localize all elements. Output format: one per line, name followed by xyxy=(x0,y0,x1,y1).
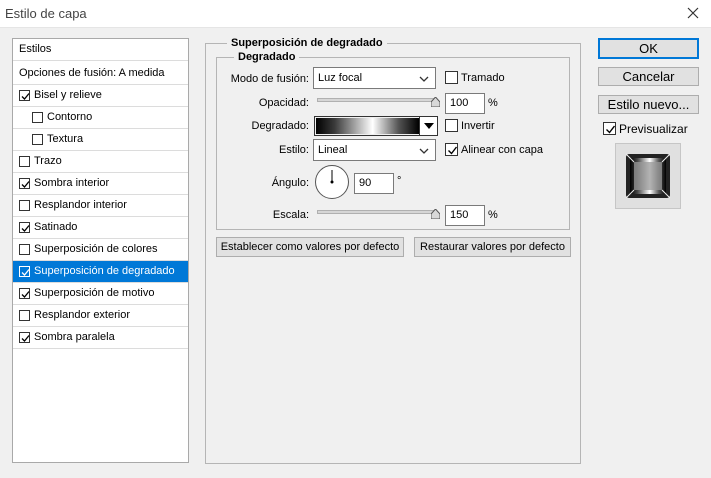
opacity-slider[interactable] xyxy=(317,98,435,102)
blend-mode-label: Modo de fusión: xyxy=(230,73,309,85)
style-preview xyxy=(615,143,681,209)
style-item-label: Superposición de degradado xyxy=(34,265,175,277)
opacity-input[interactable]: 100 xyxy=(445,93,485,114)
style-item-label: Resplandor interior xyxy=(34,199,127,211)
style-item-contour[interactable]: Contorno xyxy=(13,107,188,129)
dither-label: Tramado xyxy=(461,72,505,84)
reverse-checkbox[interactable] xyxy=(445,119,458,132)
style-value: Lineal xyxy=(318,144,348,156)
styles-header[interactable]: Estilos xyxy=(13,39,188,61)
gradient-overlay-checkbox[interactable] xyxy=(19,266,30,277)
preview-label: Previsualizar xyxy=(619,122,688,136)
style-item-label: Resplandor exterior xyxy=(34,309,130,321)
pattern-overlay-checkbox[interactable] xyxy=(19,288,30,299)
scale-unit: % xyxy=(488,209,498,221)
reverse-label: Invertir xyxy=(461,120,495,132)
styles-header-label: Estilos xyxy=(19,43,52,55)
angle-indicator-icon xyxy=(330,170,334,184)
style-item-label: Sombra paralela xyxy=(34,331,115,343)
contour-checkbox[interactable] xyxy=(32,112,43,123)
scale-input[interactable]: 150 xyxy=(445,205,485,226)
style-item-label: Satinado xyxy=(34,221,78,233)
blend-options-item[interactable]: Opciones de fusión: A medida xyxy=(13,63,188,85)
satin-checkbox[interactable] xyxy=(19,222,30,233)
opacity-unit: % xyxy=(488,97,498,109)
scale-label: Escala: xyxy=(272,209,309,221)
chevron-down-icon xyxy=(419,74,429,86)
style-item-inner-glow[interactable]: Resplandor interior xyxy=(13,195,188,217)
style-item-label: Superposición de colores xyxy=(34,243,158,255)
opacity-slider-thumb[interactable] xyxy=(430,96,441,108)
style-label: Estilo: xyxy=(279,144,309,156)
angle-unit: ° xyxy=(397,175,402,187)
style-item-label: Sombra interior xyxy=(34,177,110,189)
style-item-texture[interactable]: Textura xyxy=(13,129,188,151)
align-with-layer-label: Alinear con capa xyxy=(461,144,543,156)
style-item-label: Contorno xyxy=(47,111,93,123)
blend-options-label: Opciones de fusión: A medida xyxy=(19,67,165,79)
scale-slider[interactable] xyxy=(317,210,435,214)
reset-default-button[interactable]: Restaurar valores por defecto xyxy=(414,237,571,257)
style-item-label: Bisel y relieve xyxy=(34,89,102,101)
style-item-gradient-overlay[interactable]: Superposición de degradado xyxy=(13,261,188,283)
stroke-checkbox[interactable] xyxy=(19,156,30,167)
new-style-button[interactable]: Estilo nuevo... xyxy=(598,95,699,114)
style-select[interactable]: Lineal xyxy=(313,139,436,161)
caret-down-icon xyxy=(424,123,434,129)
angle-label: Ángulo: xyxy=(271,177,309,189)
gradient-preview[interactable] xyxy=(316,118,419,134)
style-item-drop-shadow[interactable]: Sombra paralela xyxy=(13,327,188,349)
style-item-bevel-emboss[interactable]: Bisel y relieve xyxy=(13,85,188,107)
color-overlay-checkbox[interactable] xyxy=(19,244,30,255)
gradient-label: Degradado: xyxy=(251,120,310,132)
style-item-inner-shadow[interactable]: Sombra interior xyxy=(13,173,188,195)
inner-glow-checkbox[interactable] xyxy=(19,200,30,211)
opacity-label: Opacidad: xyxy=(258,97,309,109)
group-title: Superposición de degradado xyxy=(227,37,387,49)
ok-button[interactable]: OK xyxy=(598,38,699,59)
angle-input[interactable]: 90 xyxy=(354,173,394,194)
style-item-label: Trazo xyxy=(34,155,62,167)
blend-mode-value: Luz focal xyxy=(318,72,363,84)
align-with-layer-checkbox[interactable] xyxy=(445,143,458,156)
styles-list: Estilos Opciones de fusión: A medida Bis… xyxy=(12,38,189,463)
cancel-button[interactable]: Cancelar xyxy=(598,67,699,86)
blend-mode-select[interactable]: Luz focal xyxy=(313,67,436,89)
set-default-button[interactable]: Establecer como valores por defecto xyxy=(216,237,404,257)
style-item-outer-glow[interactable]: Resplandor exterior xyxy=(13,305,188,327)
scale-slider-thumb[interactable] xyxy=(430,208,441,220)
close-icon[interactable] xyxy=(685,5,701,21)
style-item-color-overlay[interactable]: Superposición de colores xyxy=(13,239,188,261)
style-item-pattern-overlay[interactable]: Superposición de motivo xyxy=(13,283,188,305)
inner-shadow-checkbox[interactable] xyxy=(19,178,30,189)
angle-dial[interactable] xyxy=(315,165,349,199)
texture-checkbox[interactable] xyxy=(32,134,43,145)
title-bar: Estilo de capa xyxy=(0,0,711,28)
window-title: Estilo de capa xyxy=(5,6,87,21)
style-item-satin[interactable]: Satinado xyxy=(13,217,188,239)
preview-checkbox[interactable] xyxy=(603,122,616,135)
bevel-emboss-checkbox[interactable] xyxy=(19,90,30,101)
style-item-label: Textura xyxy=(47,133,84,145)
gradient-picker[interactable] xyxy=(314,116,438,136)
drop-shadow-checkbox[interactable] xyxy=(19,332,30,343)
preview-thumbnail-icon xyxy=(625,153,671,199)
outer-glow-checkbox[interactable] xyxy=(19,310,30,321)
subgroup-title: Degradado xyxy=(234,51,300,63)
gradient-dropdown[interactable] xyxy=(419,117,437,135)
style-item-stroke[interactable]: Trazo xyxy=(13,151,188,173)
style-item-label: Superposición de motivo xyxy=(34,287,155,299)
chevron-down-icon xyxy=(419,146,429,158)
dither-checkbox[interactable] xyxy=(445,71,458,84)
